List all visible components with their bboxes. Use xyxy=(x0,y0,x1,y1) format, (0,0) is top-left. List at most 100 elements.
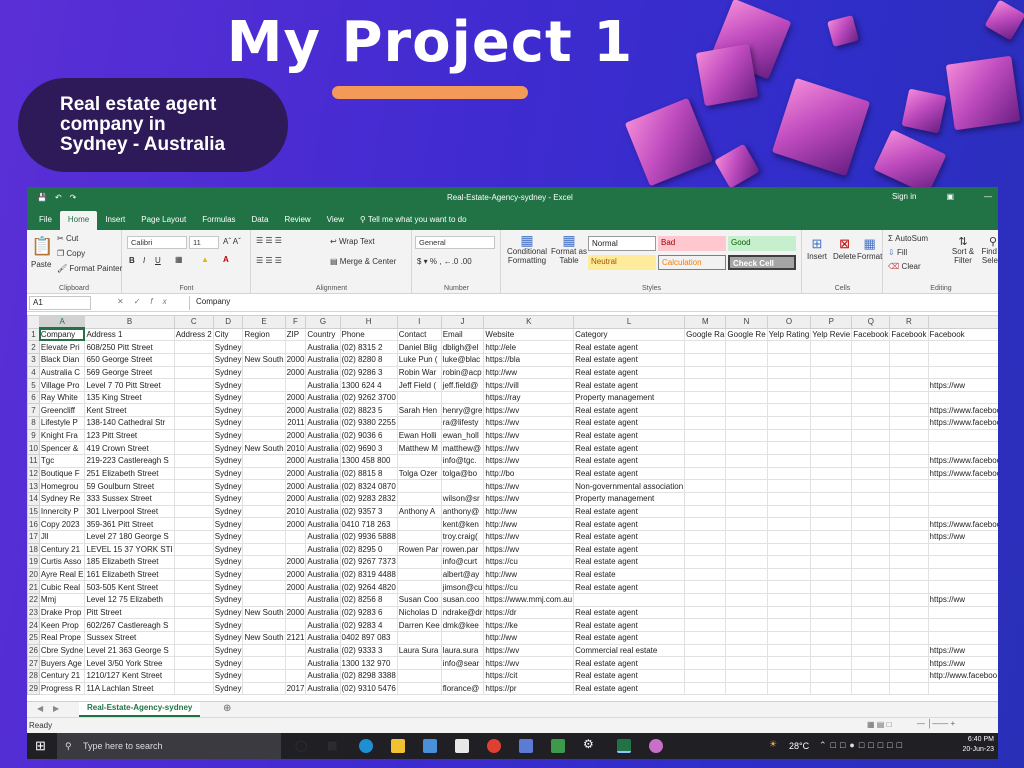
cell[interactable]: (02) 8280 8 xyxy=(339,352,398,367)
cell[interactable] xyxy=(851,454,891,468)
row-header[interactable]: 23 xyxy=(27,605,40,620)
cell[interactable]: Sydney xyxy=(212,390,244,405)
cell[interactable] xyxy=(889,454,929,468)
cell[interactable]: 359-361 Pitt Street xyxy=(84,517,175,531)
cell[interactable]: Australia xyxy=(305,668,341,683)
cell[interactable]: Australia xyxy=(305,580,341,595)
cell[interactable]: Progress R xyxy=(38,681,86,696)
cell[interactable]: https://www.faceboo xyxy=(927,416,998,430)
cell[interactable]: Australia xyxy=(305,441,341,456)
cell[interactable]: 2000 xyxy=(284,567,307,582)
cell[interactable] xyxy=(766,340,812,354)
cell[interactable]: dbligh@el xyxy=(440,340,485,354)
cell[interactable]: Yelp Revie xyxy=(810,327,853,342)
cell[interactable] xyxy=(684,580,727,595)
cell[interactable] xyxy=(173,593,214,607)
font-name-dropdown[interactable]: Calibri xyxy=(127,236,187,249)
column-header[interactable]: D xyxy=(212,315,244,329)
cell[interactable]: New South xyxy=(242,441,286,456)
cell[interactable]: Contact xyxy=(396,327,442,342)
cell[interactable]: https://wv xyxy=(483,479,575,493)
fill-color-icon[interactable]: ▲ xyxy=(201,255,209,264)
column-header[interactable]: O xyxy=(766,315,812,329)
cell[interactable] xyxy=(927,605,998,620)
cell[interactable]: Real Prope xyxy=(38,631,86,645)
tab-formulas[interactable]: Formulas xyxy=(194,211,243,230)
cell[interactable] xyxy=(684,668,727,683)
insert-cells-button[interactable]: ⊞ Insert xyxy=(807,236,827,261)
cell[interactable] xyxy=(851,618,891,633)
cell[interactable] xyxy=(889,631,929,645)
select-all-corner[interactable] xyxy=(27,315,40,329)
cell[interactable]: https://wv xyxy=(483,428,575,443)
cell[interactable] xyxy=(810,605,853,620)
cell[interactable] xyxy=(810,668,853,683)
cell[interactable] xyxy=(242,656,286,670)
cell[interactable]: Sydney xyxy=(212,618,244,633)
cell[interactable] xyxy=(242,618,286,633)
cell[interactable] xyxy=(396,479,442,493)
cell[interactable]: 251 Elizabeth Street xyxy=(84,466,175,481)
cell[interactable]: Category xyxy=(573,327,686,342)
add-sheet-icon[interactable]: ⊕ xyxy=(223,703,231,714)
column-header[interactable]: M xyxy=(684,315,727,329)
taskbar-search[interactable]: ⚲ Type here to search xyxy=(57,733,281,759)
formula-input[interactable]: Company xyxy=(189,296,989,310)
cell[interactable]: 2000 xyxy=(284,517,307,531)
paint-icon[interactable] xyxy=(649,739,663,753)
cell[interactable] xyxy=(684,555,727,569)
cell[interactable] xyxy=(766,668,812,683)
cell[interactable] xyxy=(242,517,286,531)
cell[interactable]: Australia xyxy=(305,681,341,696)
cell[interactable]: Australia xyxy=(305,567,341,582)
cell[interactable] xyxy=(725,365,768,380)
cell[interactable]: http://ww xyxy=(483,567,575,582)
weather-icon[interactable]: ☀ xyxy=(769,739,777,750)
cell[interactable]: Australia xyxy=(305,656,341,670)
prev-sheet-icon[interactable]: ◀ xyxy=(37,704,43,713)
cell[interactable]: Jll xyxy=(38,529,86,544)
cell[interactable]: https://www.mmj.com.au xyxy=(483,593,575,607)
row-header[interactable]: 14 xyxy=(27,491,40,506)
delete-cells-button[interactable]: ⊠ Delete xyxy=(833,236,856,261)
cell[interactable]: Mmj xyxy=(38,593,86,607)
wrap-text-button[interactable]: ↩ Wrap Text xyxy=(330,237,375,246)
cell[interactable]: robin@acp xyxy=(440,365,485,380)
cell[interactable] xyxy=(889,416,929,430)
cell[interactable]: Kent Street xyxy=(84,403,175,418)
cell[interactable]: Cubic Real xyxy=(38,580,86,595)
cell[interactable]: Real estate agent xyxy=(573,605,686,620)
cell[interactable] xyxy=(173,504,214,519)
cell[interactable] xyxy=(242,428,286,443)
cell[interactable] xyxy=(810,454,853,468)
cell[interactable] xyxy=(684,340,727,354)
cell[interactable]: Australia xyxy=(305,643,341,658)
cell[interactable]: Real estate agent xyxy=(573,504,686,519)
cell[interactable] xyxy=(810,593,853,607)
cell[interactable]: Australia xyxy=(305,378,341,392)
cell[interactable] xyxy=(851,529,891,544)
cell[interactable] xyxy=(766,681,812,696)
cell[interactable] xyxy=(766,593,812,607)
cell[interactable] xyxy=(725,618,768,633)
cell[interactable] xyxy=(684,517,727,531)
cell[interactable] xyxy=(725,593,768,607)
cell[interactable] xyxy=(889,378,929,392)
cell[interactable] xyxy=(851,390,891,405)
cell[interactable]: Real estate agent xyxy=(573,517,686,531)
cell[interactable]: Boutique F xyxy=(38,466,86,481)
cell[interactable]: Sydney xyxy=(212,593,244,607)
cell[interactable]: https://ww xyxy=(927,529,998,544)
cell[interactable] xyxy=(242,593,286,607)
cell[interactable] xyxy=(684,605,727,620)
cell[interactable] xyxy=(173,656,214,670)
cell[interactable]: https://ww xyxy=(927,593,998,607)
cell[interactable]: 1210/127 Kent Street xyxy=(84,668,175,683)
cell[interactable]: Drake Prop xyxy=(38,605,86,620)
cell[interactable] xyxy=(927,555,998,569)
redo-icon[interactable]: ↷ xyxy=(70,193,77,202)
cell[interactable]: Australia xyxy=(305,479,341,493)
cell[interactable] xyxy=(242,466,286,481)
align-top-icon[interactable]: ☰ ☰ ☰ xyxy=(256,236,282,245)
find-select-button[interactable]: ⚲Find & Select xyxy=(978,237,998,266)
